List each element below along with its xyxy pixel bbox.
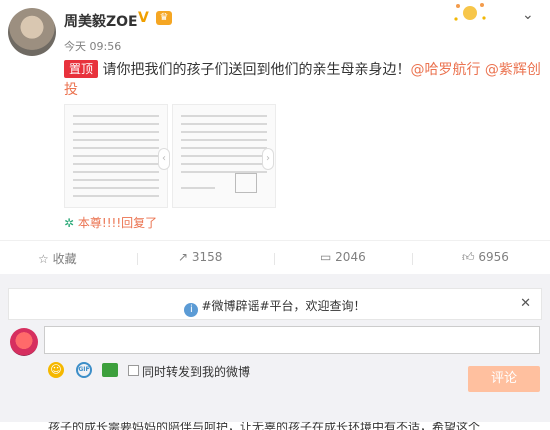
- member-crown-icon: ♛: [156, 11, 172, 25]
- post-content: 置顶 请你把我们的孩子们送回到他们的亲生母亲身边！@哈罗航行 @紫辉创投: [64, 60, 544, 100]
- current-user-avatar[interactable]: [10, 328, 38, 356]
- favorite-button[interactable]: ☆ 收藏: [38, 250, 77, 267]
- chevron-down-icon[interactable]: ⌄: [522, 7, 534, 23]
- post-action-bar: ☆ 收藏 ↗ 3158 ▭ 2046 👍︎ 6956: [0, 240, 550, 274]
- pinned-badge: 置顶: [64, 60, 99, 78]
- author-avatar[interactable]: [8, 8, 56, 56]
- mention-link[interactable]: @哈罗航行: [410, 62, 480, 78]
- share-checkbox[interactable]: [128, 365, 139, 376]
- verified-icon: V: [138, 10, 149, 26]
- next-comment-preview: 孩子的成长需要妈妈的陪伴与呵护，让无辜的孩子在成长环境中有不适，希望这个: [48, 422, 481, 430]
- recovered-note[interactable]: ✲ 本尊!!!!回复了: [64, 214, 157, 231]
- comment-area: i #微博辟谣#平台，欢迎查询！ ✕ ☺ GIF 同时转发到我的微博 评论: [0, 274, 550, 422]
- notice-text[interactable]: #微博辟谣#平台，欢迎查询！: [201, 299, 365, 313]
- close-icon[interactable]: ✕: [520, 296, 531, 311]
- gif-icon[interactable]: GIF: [76, 362, 92, 378]
- repost-icon: ↗: [178, 250, 189, 264]
- comment-icon: ▭: [320, 250, 332, 264]
- thumbs-up-icon: 👍︎: [462, 250, 475, 264]
- like-button[interactable]: 👍︎ 6956: [462, 250, 509, 265]
- post-image-thumbnail[interactable]: [172, 104, 276, 208]
- image-icon[interactable]: [102, 363, 118, 377]
- next-image-icon[interactable]: ›: [262, 148, 274, 170]
- decorative-sticker-icon: [454, 3, 486, 21]
- star-icon: ☆: [38, 252, 49, 266]
- share-checkbox-label[interactable]: 同时转发到我的微博: [142, 363, 250, 380]
- sparkle-icon: ✲: [64, 216, 75, 230]
- emoji-icon[interactable]: ☺: [48, 362, 64, 378]
- repost-button[interactable]: ↗ 3158: [178, 250, 222, 264]
- author-name[interactable]: 周美毅ZOE: [64, 11, 138, 31]
- comment-input[interactable]: [44, 326, 540, 354]
- post-text: 请你把我们的孩子们送回到他们的亲生母亲身边！: [102, 62, 411, 78]
- info-icon: i: [184, 303, 199, 317]
- prev-image-icon[interactable]: ‹: [158, 148, 170, 170]
- recovered-text: 本尊!!!!回复了: [77, 216, 158, 230]
- submit-comment-button[interactable]: 评论: [468, 366, 540, 392]
- comment-button[interactable]: ▭ 2046: [320, 250, 366, 264]
- rumor-notice-banner: i #微博辟谣#平台，欢迎查询！ ✕: [8, 288, 542, 320]
- post-image-thumbnail[interactable]: [64, 104, 168, 208]
- post-time[interactable]: 今天 09:56: [64, 38, 121, 54]
